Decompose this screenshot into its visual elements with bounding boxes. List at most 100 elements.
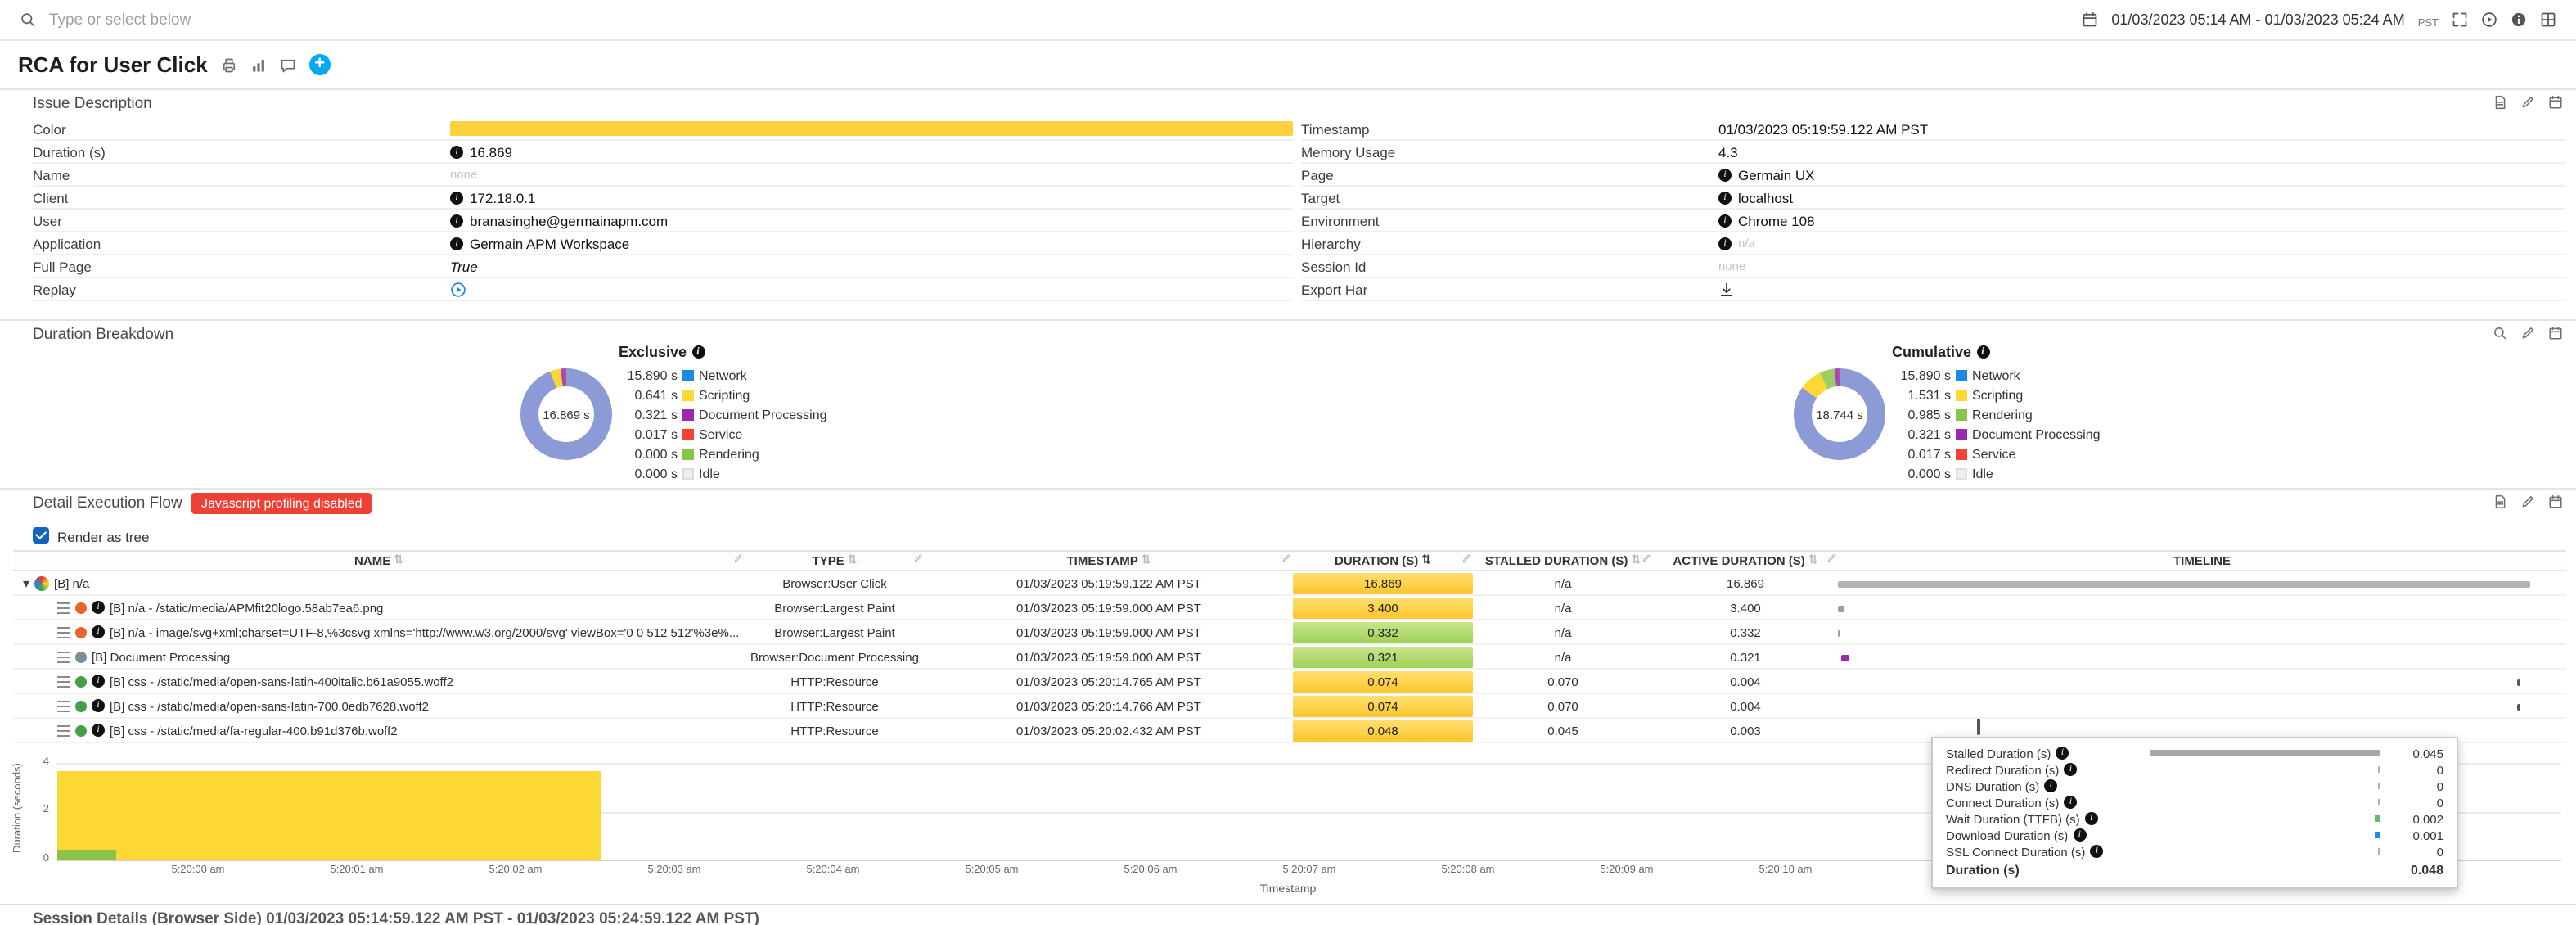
table-row[interactable]: i[B] n/a - /static/media/APMfit20logo.58… (13, 596, 2566, 620)
printer-icon[interactable] (221, 56, 237, 73)
sort-icon[interactable]: ⇅ (848, 555, 858, 566)
info-icon[interactable]: i (1718, 214, 1732, 227)
info-icon[interactable] (2511, 11, 2527, 28)
export-har-download-button[interactable] (1718, 281, 1735, 297)
menu-icon[interactable] (57, 700, 70, 711)
legend-item[interactable]: 0.321 sDocument Processing (1892, 424, 2101, 444)
sort-icon[interactable]: ⇅ (1421, 555, 1431, 566)
column-header-type[interactable]: TYPE⇅ (745, 552, 925, 570)
table-row[interactable]: i[B] css - /static/media/open-sans-latin… (13, 670, 2566, 694)
date-range-picker[interactable]: 01/03/2023 05:14 AM - 01/03/2023 05:24 A… (2111, 11, 2404, 28)
pencil-icon[interactable] (2520, 326, 2535, 341)
column-edit-icon[interactable] (1642, 553, 1651, 563)
info-icon[interactable]: i (450, 191, 463, 204)
session-details-header[interactable]: Session Details (Browser Side) 01/03/202… (0, 904, 2576, 925)
info-icon[interactable]: i (1718, 168, 1732, 181)
column-header-timeline[interactable]: TIMELINE (1838, 552, 2566, 570)
column-edit-icon[interactable] (1461, 553, 1471, 563)
info-icon[interactable]: i (691, 345, 705, 359)
legend-swatch (682, 467, 694, 479)
tooltip-value: 0.001 (2385, 828, 2443, 842)
info-icon[interactable]: i (92, 675, 105, 688)
tooltip-row: DNS Duration (s)i0 (1946, 778, 2443, 794)
caret-down-icon[interactable]: ▾ (23, 575, 29, 590)
tooltip-row: Stalled Duration (s)i0.045 (1946, 745, 2443, 761)
play-icon[interactable] (2481, 11, 2497, 28)
search-input[interactable] (49, 11, 2069, 29)
column-header-timestamp[interactable]: TIMESTAMP⇅ (925, 552, 1293, 570)
row-stalled-duration: n/a (1473, 575, 1653, 590)
column-header-duration-s[interactable]: DURATION (S)⇅ (1293, 552, 1473, 570)
note-icon[interactable] (2493, 494, 2507, 509)
info-icon[interactable]: i (450, 145, 463, 158)
info-icon[interactable]: i (92, 625, 105, 638)
column-edit-icon[interactable] (913, 553, 923, 563)
legend-item[interactable]: 0.000 sIdle (1892, 463, 2101, 483)
info-icon[interactable]: i (92, 699, 105, 712)
row-name: [B] n/a - image/svg+xml;charset=UTF-8,%3… (110, 625, 739, 639)
column-header-name[interactable]: NAME⇅ (13, 552, 745, 570)
row-timeline (1838, 694, 2566, 717)
legend-item[interactable]: 0.985 sRendering (1892, 404, 2101, 424)
status-icon (75, 700, 87, 711)
legend-swatch (682, 428, 694, 440)
render-as-tree-checkbox[interactable] (33, 527, 49, 544)
zoom-icon[interactable] (2493, 326, 2507, 341)
search-bar (20, 11, 2069, 29)
pencil-icon[interactable] (2520, 95, 2535, 110)
table-row[interactable]: i [B] n/a - image/svg+xml;charset=UTF-8,%… (13, 620, 2566, 645)
fullscreen-icon[interactable] (2452, 11, 2468, 28)
column-edit-icon[interactable] (1826, 553, 1836, 563)
menu-icon[interactable] (57, 724, 70, 736)
legend-item[interactable]: 0.321 sDocument Processing (619, 404, 827, 424)
calendar-icon[interactable] (2548, 494, 2563, 509)
tooltip-value: 0 (2385, 795, 2443, 810)
bar-chart-icon[interactable] (250, 56, 267, 73)
legend-item[interactable]: 1.531 sScripting (1892, 385, 2101, 404)
table-row[interactable]: ▾[B] n/aBrowser:User Click01/03/2023 05:… (13, 571, 2566, 596)
info-icon[interactable]: i (92, 724, 105, 737)
legend-item[interactable]: 0.017 sService (619, 424, 827, 444)
column-header-stalled-duration-s[interactable]: STALLED DURATION (S)⇅ (1473, 552, 1653, 570)
legend-item[interactable]: 0.017 sService (1892, 444, 2101, 463)
replay-play-button[interactable] (450, 281, 466, 297)
comment-icon[interactable] (280, 56, 296, 73)
legend-item[interactable]: 15.890 sNetwork (1892, 365, 2101, 385)
info-icon[interactable]: i (92, 601, 105, 614)
table-row[interactable]: [B] Document ProcessingBrowser:Document … (13, 645, 2566, 670)
menu-icon[interactable] (57, 651, 70, 662)
info-icon[interactable]: i (450, 214, 463, 227)
calendar-icon[interactable] (2548, 326, 2563, 341)
add-button[interactable]: + (309, 54, 331, 75)
issue-field-value (1718, 278, 2566, 301)
column-edit-icon[interactable] (733, 553, 743, 563)
legend-item[interactable]: 15.890 sNetwork (619, 365, 827, 385)
issue-field-value: i172.18.0.1 (450, 187, 1293, 210)
legend-item[interactable]: 0.000 sIdle (619, 463, 827, 483)
calendar-icon[interactable] (2548, 95, 2563, 110)
info-icon[interactable]: i (1718, 237, 1732, 250)
menu-icon[interactable] (57, 675, 70, 687)
sort-icon[interactable]: ⇅ (394, 555, 403, 566)
sort-icon[interactable]: ⇅ (1631, 555, 1641, 566)
menu-icon[interactable] (57, 602, 70, 613)
legend-value: 0.000 s (619, 466, 678, 481)
note-icon[interactable] (2493, 95, 2507, 110)
field-value-text: branasinghe@germainapm.com (470, 212, 668, 228)
legend-label: Service (699, 426, 742, 441)
sort-icon[interactable]: ⇅ (1808, 555, 1818, 566)
pencil-icon[interactable] (2520, 494, 2535, 509)
info-icon[interactable]: i (1976, 345, 1989, 359)
calendar-icon[interactable] (2082, 11, 2098, 28)
legend-item[interactable]: 0.641 sScripting (619, 385, 827, 404)
sort-icon[interactable]: ⇅ (1142, 555, 1151, 566)
column-header-active-duration-s[interactable]: ACTIVE DURATION (S)⇅ (1653, 552, 1838, 570)
menu-icon[interactable] (57, 626, 70, 638)
info-icon: i (2056, 747, 2069, 760)
legend-item[interactable]: 0.000 sRendering (619, 444, 827, 463)
info-icon[interactable]: i (450, 237, 463, 250)
info-icon[interactable]: i (1718, 191, 1732, 204)
table-row[interactable]: i[B] css - /static/media/open-sans-latin… (13, 694, 2566, 719)
column-edit-icon[interactable] (1281, 553, 1291, 563)
calendar-grid-icon[interactable] (2540, 11, 2556, 28)
